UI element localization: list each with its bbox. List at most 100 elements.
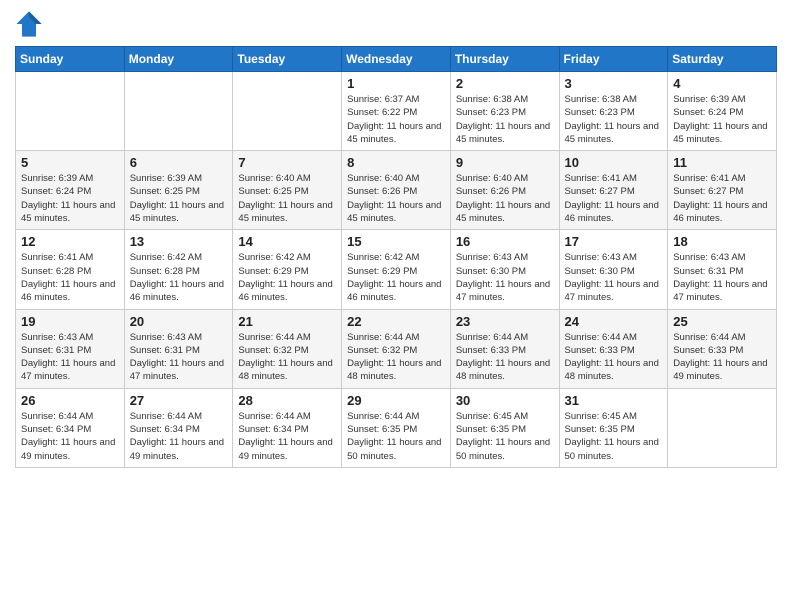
day-info-text: Daylight: 11 hours and 48 minutes.	[456, 357, 554, 384]
day-info-text: Sunset: 6:33 PM	[456, 344, 554, 357]
day-info-text: Sunset: 6:28 PM	[21, 265, 119, 278]
day-cell-16: 16Sunrise: 6:43 AMSunset: 6:30 PMDayligh…	[450, 230, 559, 309]
weekday-header-tuesday: Tuesday	[233, 47, 342, 72]
day-info-text: Daylight: 11 hours and 46 minutes.	[130, 278, 228, 305]
day-info-text: Sunrise: 6:42 AM	[130, 251, 228, 264]
day-cell-7: 7Sunrise: 6:40 AMSunset: 6:25 PMDaylight…	[233, 151, 342, 230]
day-cell-12: 12Sunrise: 6:41 AMSunset: 6:28 PMDayligh…	[16, 230, 125, 309]
day-info-text: Daylight: 11 hours and 45 minutes.	[673, 120, 771, 147]
day-info-text: Sunrise: 6:44 AM	[673, 331, 771, 344]
logo-icon	[15, 10, 43, 38]
day-info-text: Sunrise: 6:37 AM	[347, 93, 445, 106]
day-cell-18: 18Sunrise: 6:43 AMSunset: 6:31 PMDayligh…	[668, 230, 777, 309]
day-info-text: Sunset: 6:35 PM	[456, 423, 554, 436]
day-info-text: Sunset: 6:31 PM	[21, 344, 119, 357]
day-number: 26	[21, 393, 119, 408]
day-info-text: Daylight: 11 hours and 45 minutes.	[456, 199, 554, 226]
day-info-text: Daylight: 11 hours and 47 minutes.	[565, 278, 663, 305]
day-cell-3: 3Sunrise: 6:38 AMSunset: 6:23 PMDaylight…	[559, 72, 668, 151]
day-number: 28	[238, 393, 336, 408]
logo	[15, 10, 45, 38]
day-info-text: Daylight: 11 hours and 47 minutes.	[21, 357, 119, 384]
day-info-text: Sunrise: 6:42 AM	[347, 251, 445, 264]
day-info-text: Sunset: 6:30 PM	[456, 265, 554, 278]
weekday-header-thursday: Thursday	[450, 47, 559, 72]
day-info-text: Daylight: 11 hours and 45 minutes.	[565, 120, 663, 147]
day-info-text: Daylight: 11 hours and 48 minutes.	[565, 357, 663, 384]
day-cell-31: 31Sunrise: 6:45 AMSunset: 6:35 PMDayligh…	[559, 388, 668, 467]
day-cell-24: 24Sunrise: 6:44 AMSunset: 6:33 PMDayligh…	[559, 309, 668, 388]
day-info-text: Sunset: 6:35 PM	[347, 423, 445, 436]
day-info-text: Sunrise: 6:44 AM	[130, 410, 228, 423]
day-info-text: Sunset: 6:33 PM	[565, 344, 663, 357]
day-cell-25: 25Sunrise: 6:44 AMSunset: 6:33 PMDayligh…	[668, 309, 777, 388]
day-number: 29	[347, 393, 445, 408]
day-info-text: Daylight: 11 hours and 45 minutes.	[347, 199, 445, 226]
day-info-text: Sunrise: 6:38 AM	[456, 93, 554, 106]
day-info-text: Sunset: 6:30 PM	[565, 265, 663, 278]
empty-cell	[124, 72, 233, 151]
day-number: 2	[456, 76, 554, 91]
day-cell-9: 9Sunrise: 6:40 AMSunset: 6:26 PMDaylight…	[450, 151, 559, 230]
day-info-text: Sunset: 6:34 PM	[21, 423, 119, 436]
day-number: 31	[565, 393, 663, 408]
day-info-text: Daylight: 11 hours and 47 minutes.	[673, 278, 771, 305]
day-info-text: Daylight: 11 hours and 50 minutes.	[565, 436, 663, 463]
day-info-text: Sunset: 6:29 PM	[347, 265, 445, 278]
day-number: 22	[347, 314, 445, 329]
day-info-text: Sunset: 6:23 PM	[456, 106, 554, 119]
calendar-table: SundayMondayTuesdayWednesdayThursdayFrid…	[15, 46, 777, 468]
day-cell-15: 15Sunrise: 6:42 AMSunset: 6:29 PMDayligh…	[342, 230, 451, 309]
page: SundayMondayTuesdayWednesdayThursdayFrid…	[0, 0, 792, 612]
day-cell-22: 22Sunrise: 6:44 AMSunset: 6:32 PMDayligh…	[342, 309, 451, 388]
empty-cell	[668, 388, 777, 467]
day-cell-14: 14Sunrise: 6:42 AMSunset: 6:29 PMDayligh…	[233, 230, 342, 309]
week-row-1: 1Sunrise: 6:37 AMSunset: 6:22 PMDaylight…	[16, 72, 777, 151]
day-cell-20: 20Sunrise: 6:43 AMSunset: 6:31 PMDayligh…	[124, 309, 233, 388]
weekday-header-monday: Monday	[124, 47, 233, 72]
day-cell-21: 21Sunrise: 6:44 AMSunset: 6:32 PMDayligh…	[233, 309, 342, 388]
day-number: 18	[673, 234, 771, 249]
day-info-text: Sunset: 6:32 PM	[347, 344, 445, 357]
day-cell-29: 29 Sunrise: 6:44 AMSunset: 6:35 PMDayligh…	[342, 388, 451, 467]
week-row-2: 5Sunrise: 6:39 AMSunset: 6:24 PMDaylight…	[16, 151, 777, 230]
day-info-text: Daylight: 11 hours and 48 minutes.	[238, 357, 336, 384]
week-row-4: 19Sunrise: 6:43 AMSunset: 6:31 PMDayligh…	[16, 309, 777, 388]
day-number: 6	[130, 155, 228, 170]
day-number: 27	[130, 393, 228, 408]
day-info-text: Sunset: 6:25 PM	[238, 185, 336, 198]
day-cell-19: 19Sunrise: 6:43 AMSunset: 6:31 PMDayligh…	[16, 309, 125, 388]
day-info-text: Daylight: 11 hours and 45 minutes.	[238, 199, 336, 226]
day-info-text: Daylight: 11 hours and 50 minutes.	[347, 436, 445, 463]
day-number: 13	[130, 234, 228, 249]
day-info-text: Sunset: 6:26 PM	[456, 185, 554, 198]
day-info-text: Daylight: 11 hours and 49 minutes.	[130, 436, 228, 463]
day-info-text: Daylight: 11 hours and 50 minutes.	[456, 436, 554, 463]
day-number: 9	[456, 155, 554, 170]
day-info-text: Sunrise: 6:39 AM	[130, 172, 228, 185]
weekday-header-row: SundayMondayTuesdayWednesdayThursdayFrid…	[16, 47, 777, 72]
week-row-5: 26Sunrise: 6:44 AMSunset: 6:34 PMDayligh…	[16, 388, 777, 467]
day-info-text: Sunrise: 6:44 AM	[565, 331, 663, 344]
day-info-text: Sunrise: 6:44 AM	[347, 410, 445, 423]
day-info-text: Daylight: 11 hours and 49 minutes.	[673, 357, 771, 384]
day-info-text: Sunset: 6:26 PM	[347, 185, 445, 198]
day-cell-27: 27Sunrise: 6:44 AMSunset: 6:34 PMDayligh…	[124, 388, 233, 467]
weekday-header-sunday: Sunday	[16, 47, 125, 72]
day-number: 21	[238, 314, 336, 329]
day-info-text: Daylight: 11 hours and 45 minutes.	[130, 199, 228, 226]
weekday-header-wednesday: Wednesday	[342, 47, 451, 72]
day-info-text: Sunrise: 6:44 AM	[21, 410, 119, 423]
day-info-text: Sunset: 6:31 PM	[130, 344, 228, 357]
day-info-text: Sunset: 6:33 PM	[673, 344, 771, 357]
day-info-text: Sunrise: 6:43 AM	[130, 331, 228, 344]
day-info-text: Daylight: 11 hours and 47 minutes.	[456, 278, 554, 305]
day-info-text: Sunset: 6:27 PM	[673, 185, 771, 198]
day-info-text: Sunset: 6:24 PM	[21, 185, 119, 198]
day-info-text: Sunrise: 6:44 AM	[456, 331, 554, 344]
day-number: 14	[238, 234, 336, 249]
empty-cell	[16, 72, 125, 151]
day-info-text: Sunrise: 6:45 AM	[565, 410, 663, 423]
day-info-text: Daylight: 11 hours and 45 minutes.	[347, 120, 445, 147]
day-number: 10	[565, 155, 663, 170]
